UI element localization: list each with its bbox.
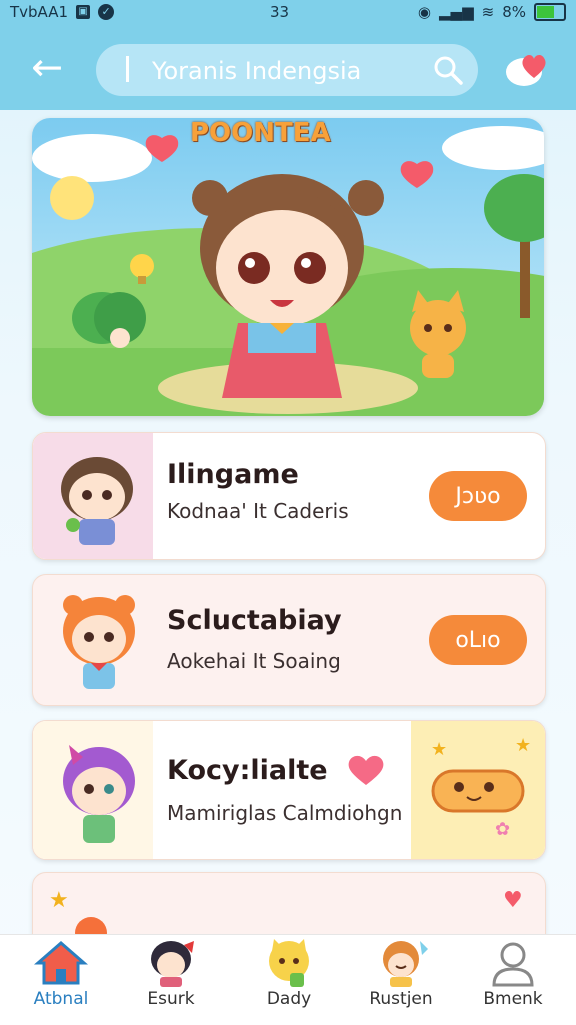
banner-illustration (32, 118, 544, 416)
play-button[interactable]: oLıo (429, 615, 527, 665)
carrier-text: TvbAA1 (10, 3, 69, 21)
battery-icon (534, 3, 566, 21)
game-card[interactable]: Kocy:lialte Mamiriglas Calmdiohgn ★ ★ ✿ (32, 720, 546, 860)
nav-label: Atbnal (33, 989, 89, 1009)
character-thumbnail (33, 433, 153, 559)
search-input[interactable] (150, 52, 424, 90)
favorites-heart-icon[interactable] (504, 48, 550, 88)
nav-item-dady[interactable]: Dady (234, 935, 344, 1025)
text-cursor (126, 56, 129, 82)
battery-text: 8% (502, 3, 526, 21)
svg-text:★: ★ (515, 735, 531, 756)
signal-icon: ▂▄▆ (439, 3, 474, 21)
heart-icon (348, 755, 384, 785)
nav-label: Rustjen (369, 989, 433, 1009)
card-subtitle: Aokehai It Soaing (167, 649, 341, 673)
search-bar[interactable] (96, 44, 478, 96)
nav-label: Dady (266, 989, 312, 1009)
nav-item-rustjen[interactable]: Rustjen (346, 935, 456, 1025)
search-icon[interactable] (432, 54, 464, 86)
character-thumbnail (33, 721, 153, 859)
wifi-icon: ≋ (481, 3, 495, 21)
clock: 33 (270, 3, 290, 21)
nav-label: Esurk (147, 989, 195, 1009)
card-title: Scluctabiay (167, 605, 342, 636)
game-card[interactable]: Scluctabiay Aokehai It Soaing oLıo (32, 574, 546, 706)
nav-item-profile[interactable]: Bmenk (458, 935, 568, 1025)
svg-text:✿: ✿ (495, 819, 510, 840)
card-subtitle: Mamiriglas Calmdiohgn (167, 801, 403, 825)
nav-item-home[interactable]: Atbnal (6, 935, 116, 1025)
cat-mascot-icon (269, 939, 309, 987)
profile-icon (492, 942, 534, 987)
svg-text:♥: ♥ (503, 888, 523, 913)
app-badge-icon: ✓ (98, 4, 115, 20)
card-subtitle: Kodnaa' It Caderis (167, 499, 349, 523)
back-arrow-icon[interactable]: ← (22, 42, 72, 92)
character-thumbnail (63, 595, 135, 689)
banner-title: POONTEA (190, 118, 331, 148)
character-girl-icon (151, 941, 194, 987)
card-title: Ilingame (167, 459, 299, 490)
home-icon (33, 941, 89, 985)
svg-text:★: ★ (431, 739, 447, 760)
card-title: Kocy:lialte (167, 755, 328, 786)
featured-banner[interactable] (32, 118, 544, 416)
game-card[interactable]: Ilingame Kodnaa' It Caderis Jɔʋo (32, 432, 546, 560)
svg-text:★: ★ (49, 888, 69, 913)
character-kid-icon (383, 941, 428, 987)
status-bar: TvbAA1 ▣ ✓ 33 ◉ ▂▄▆ ≋ 8% (0, 0, 576, 26)
bottom-nav: Atbnal Esurk Dady Rustjen Bmenk (0, 934, 576, 1025)
nav-item-esurk[interactable]: Esurk (116, 935, 226, 1025)
nav-label: Bmenk (483, 989, 543, 1009)
notification-icon: ▣ (76, 5, 91, 19)
play-button[interactable]: Jɔʋo (429, 471, 527, 521)
alarm-icon: ◉ (417, 3, 432, 21)
mascot-thumbnail: ★ ★ ✿ (411, 721, 545, 859)
